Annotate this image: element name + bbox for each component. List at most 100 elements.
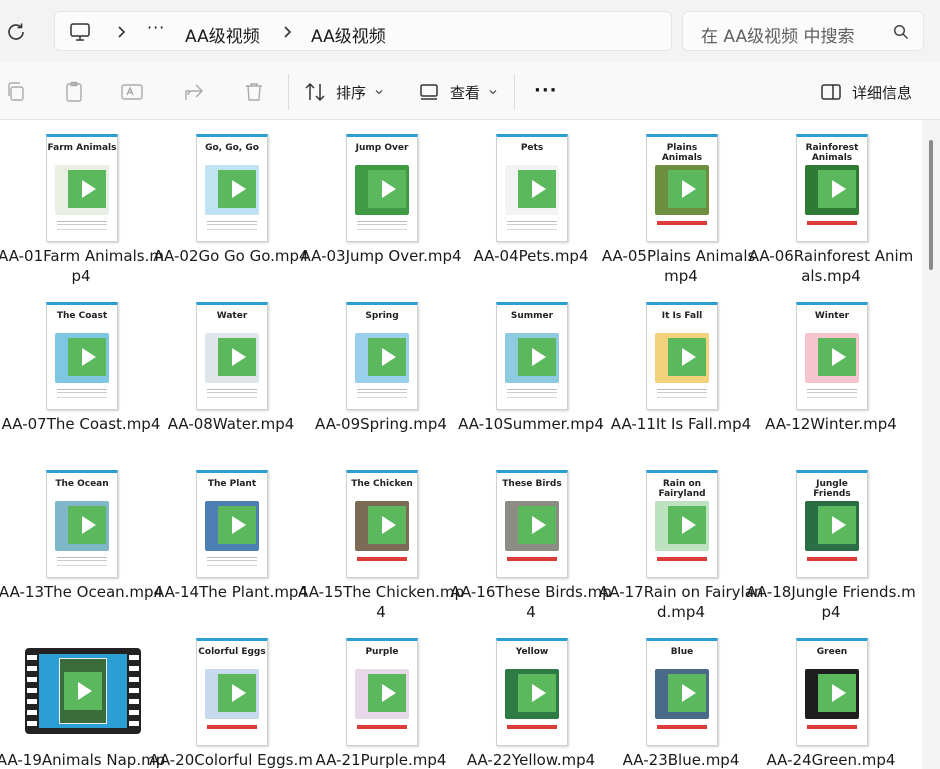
play-icon — [218, 170, 256, 208]
thumbnail-title: Jungle Friends — [813, 479, 851, 499]
thumbnail-footer — [657, 725, 707, 729]
file-item[interactable]: Spring AA-09Spring.mp4 — [306, 288, 456, 456]
scrollbar-thumb[interactable] — [929, 140, 933, 270]
share-icon[interactable] — [182, 80, 206, 104]
file-name: AA-07The Coast.mp4 — [1, 415, 161, 433]
thumbnail-footer — [57, 557, 107, 558]
file-item[interactable]: Purple AA-21Purple.mp4 — [306, 624, 456, 769]
file-item[interactable]: Water AA-08Water.mp4 — [156, 288, 306, 456]
thumbnail-title: Yellow — [515, 647, 549, 657]
thumbnail-title: The Plant — [207, 479, 257, 489]
search-box[interactable]: 在 AA级视频 中搜索 — [682, 11, 924, 51]
chevron-down-icon — [489, 90, 497, 95]
thumbnail-title: Green — [816, 647, 848, 657]
file-item[interactable]: Yellow AA-22Yellow.mp4 — [456, 624, 606, 769]
rename-icon[interactable] — [120, 80, 144, 104]
thumbnail-title: Go, Go, Go — [205, 143, 259, 153]
play-icon — [68, 506, 106, 544]
toolbar-divider — [514, 74, 515, 110]
play-icon — [218, 506, 256, 544]
play-icon — [218, 338, 256, 376]
file-item[interactable]: Rainforest Animals AA-06Rainforest Animal… — [749, 120, 913, 288]
search-placeholder: 在 AA级视频 中搜索 — [701, 27, 855, 47]
file-item[interactable]: The Ocean AA-13The Ocean.mp4 — [0, 456, 163, 624]
thumbnail-title: Blue — [670, 647, 694, 657]
file-name: AA-13The Ocean.mp4 — [0, 583, 164, 601]
view-button[interactable]: 查看 — [418, 78, 498, 106]
address-bar[interactable]: ··· AA级视频 AA级视频 — [54, 11, 672, 51]
thumbnail-footer — [507, 557, 557, 561]
thumbnail-footer — [207, 389, 257, 390]
file-item[interactable]: Blue AA-23Blue.mp4 — [606, 624, 756, 769]
file-name: AA-18Jungle Friends.mp4 — [746, 583, 916, 621]
file-name: AA-11It Is Fall.mp4 — [610, 415, 752, 433]
thumbnail-title: The Coast — [56, 311, 108, 321]
breadcrumb-item-current[interactable]: AA级视频 — [311, 22, 386, 47]
thumbnail-footer — [357, 389, 407, 390]
file-item[interactable]: These Birds AA-16These Birds.mp4 — [450, 456, 612, 624]
file-item[interactable]: Rain on Fairyland AA-17Rain on Fairyland.… — [599, 456, 763, 624]
thumbnail-footer — [507, 389, 557, 390]
thumbnail-title: Water — [216, 311, 248, 321]
file-list[interactable]: Farm Animals AA-01Farm Animals.mp4 Go, Go,… — [0, 120, 922, 769]
breadcrumb-ellipsis[interactable]: ··· — [147, 18, 165, 37]
play-icon — [368, 170, 406, 208]
details-button[interactable]: 详细信息 — [820, 78, 912, 106]
thumbnail-title: The Ocean — [55, 479, 109, 489]
vertical-scrollbar[interactable] — [922, 120, 940, 769]
command-bar: 排序 查看 ··· 详细信息 — [0, 62, 940, 120]
file-item[interactable]: Farm Animals AA-01Farm Animals.mp4 — [0, 120, 164, 288]
thumbnail-footer — [507, 725, 557, 729]
file-item[interactable]: Summer AA-10Summer.mp4 — [456, 288, 606, 456]
thumbnail-footer — [807, 557, 857, 561]
play-icon — [218, 674, 256, 712]
file-item[interactable]: Green AA-24Green.mp4 — [756, 624, 906, 769]
refresh-icon[interactable] — [4, 20, 28, 44]
thumbnail-footer — [207, 725, 257, 729]
search-icon[interactable] — [893, 24, 909, 40]
file-name: AA-06Rainforest Animals.mp4 — [748, 247, 914, 285]
sort-icon — [305, 82, 325, 102]
thumbnail-footer — [357, 221, 407, 222]
sort-button[interactable]: 排序 — [304, 78, 384, 106]
file-item[interactable]: Winter AA-12Winter.mp4 — [756, 288, 906, 456]
file-name: AA-24Green.mp4 — [766, 751, 896, 769]
file-item[interactable]: Go, Go, Go AA-02Go Go Go.mp4 — [153, 120, 309, 288]
computer-icon[interactable] — [69, 21, 91, 43]
file-item[interactable]: Jump Over AA-03Jump Over.mp4 — [300, 120, 462, 288]
play-icon — [368, 674, 406, 712]
view-icon — [420, 84, 438, 100]
thumbnail-footer — [357, 725, 407, 729]
play-icon — [368, 338, 406, 376]
thumbnail-title: Colorful Eggs — [198, 647, 266, 657]
file-item[interactable]: Colorful Eggs AA-20Colorful Eggs.mp4 — [149, 624, 313, 769]
file-name: AA-12Winter.mp4 — [765, 415, 897, 433]
copy-icon[interactable] — [4, 80, 28, 104]
thumbnail-footer — [807, 725, 857, 729]
file-item[interactable]: The Coast AA-07The Coast.mp4 — [2, 288, 160, 456]
file-item[interactable]: AA-19Animals Nap.mp4 — [0, 624, 165, 769]
thumbnail-footer — [357, 557, 407, 561]
thumbnail-title: Plains Animals — [661, 143, 703, 163]
view-label: 查看 — [450, 83, 481, 102]
paste-icon[interactable] — [62, 80, 86, 104]
file-item[interactable]: Jungle Friends AA-18Jungle Friends.mp4 — [746, 456, 916, 624]
play-icon — [668, 170, 706, 208]
file-item[interactable]: Pets AA-04Pets.mp4 — [456, 120, 606, 288]
chevron-right-icon[interactable] — [279, 22, 295, 42]
thumbnail-footer — [57, 389, 107, 390]
details-pane-icon — [821, 84, 841, 100]
file-item[interactable]: It Is Fall AA-11It Is Fall.mp4 — [606, 288, 756, 456]
file-name: AA-14The Plant.mp4 — [153, 583, 308, 601]
thumbnail-title: Winter — [814, 311, 850, 321]
breadcrumb-item[interactable]: AA级视频 — [185, 22, 260, 47]
file-item[interactable]: Plains Animals AA-05Plains Animals.mp4 — [602, 120, 760, 288]
file-item[interactable]: The Plant AA-14The Plant.mp4 — [154, 456, 308, 624]
thumbnail-footer — [657, 221, 707, 225]
delete-icon[interactable] — [242, 80, 266, 104]
more-options-button[interactable]: ··· — [534, 80, 558, 101]
file-item[interactable]: The Chicken AA-15The Chicken.mp4 — [298, 456, 464, 624]
file-name: AA-01Farm Animals.mp4 — [0, 247, 164, 285]
chevron-right-icon[interactable] — [113, 22, 129, 42]
sort-label: 排序 — [336, 83, 367, 102]
